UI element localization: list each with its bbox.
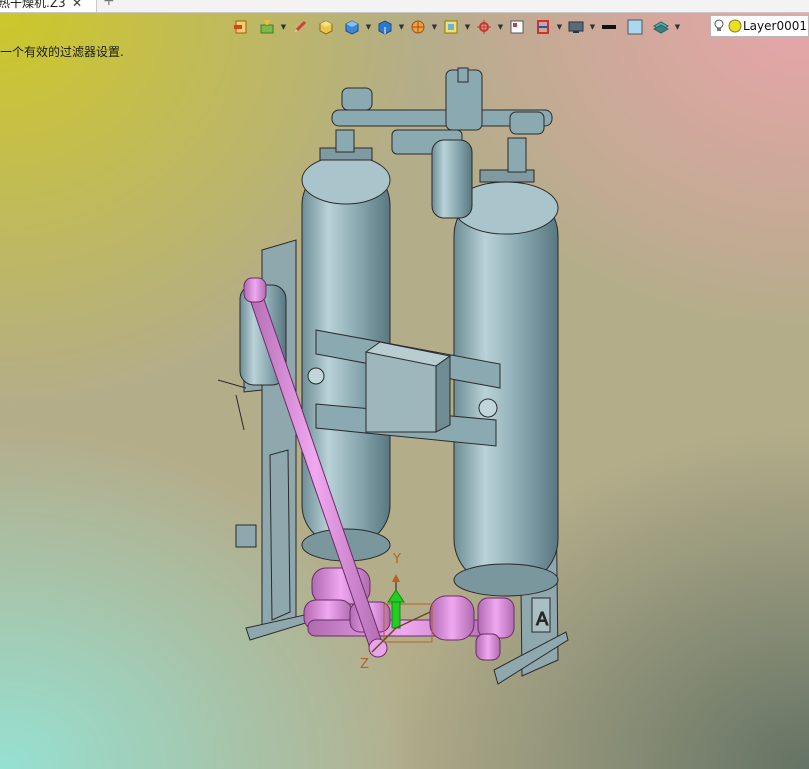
orient-icon[interactable] — [405, 17, 431, 37]
view-toolbar: ▼ ▼ ▼ ▼ ▼ ▼ ▼ ▼ ▼ — [228, 16, 708, 38]
add-tab-icon[interactable]: + — [103, 0, 115, 9]
chevron-down-icon[interactable]: ▼ — [674, 17, 681, 37]
close-icon[interactable]: ✕ — [72, 0, 82, 12]
chevron-down-icon[interactable]: ▼ — [280, 17, 287, 37]
axis-y-label: Y — [392, 552, 401, 567]
tab-title: 热干燥机.Z3 — [0, 0, 66, 10]
line-color-icon[interactable] — [596, 17, 622, 37]
display-icon[interactable] — [563, 17, 589, 37]
chevron-down-icon[interactable]: ▼ — [556, 17, 563, 37]
axis-z-label: Z — [360, 657, 369, 672]
document-tab[interactable]: 热干燥机.Z3 ✕ — [0, 0, 97, 12]
lightbulb-icon[interactable] — [711, 18, 727, 34]
chevron-down-icon[interactable]: ▼ — [589, 17, 596, 37]
chevron-down-icon[interactable]: ▼ — [398, 17, 405, 37]
nameplate-letter: A — [536, 609, 549, 630]
layer-name: Layer0001 — [743, 19, 807, 33]
face-color-icon[interactable] — [622, 17, 648, 37]
file-export-icon[interactable] — [228, 17, 254, 37]
paint-icon[interactable] — [254, 17, 280, 37]
cube-view-icon[interactable] — [339, 17, 365, 37]
layer-color-icon — [727, 18, 743, 34]
chevron-down-icon[interactable]: ▼ — [365, 17, 372, 37]
render-mode-icon[interactable] — [504, 17, 530, 37]
chevron-down-icon[interactable]: ▼ — [431, 17, 438, 37]
frame-icon[interactable] — [438, 17, 464, 37]
3d-viewport[interactable]: A Y Z 一个有效的过滤器设置. — [0, 10, 809, 769]
section-icon[interactable] — [530, 17, 556, 37]
layer-stack-icon[interactable] — [648, 17, 674, 37]
layer-selector[interactable]: Layer0001 — [710, 15, 809, 37]
chevron-down-icon[interactable]: ▼ — [464, 17, 471, 37]
box-solid-icon[interactable] — [313, 17, 339, 37]
chevron-down-icon[interactable]: ▼ — [497, 17, 504, 37]
dryer-model[interactable]: A Y Z — [0, 10, 809, 769]
document-tabbar: 热干燥机.Z3 ✕ + — [0, 0, 809, 13]
origin-icon[interactable] — [471, 17, 497, 37]
status-message: 一个有效的过滤器设置. — [0, 45, 124, 59]
cube-render-icon[interactable] — [372, 17, 398, 37]
right-tank[interactable] — [453, 169, 559, 597]
pencil-icon[interactable] — [287, 17, 313, 37]
